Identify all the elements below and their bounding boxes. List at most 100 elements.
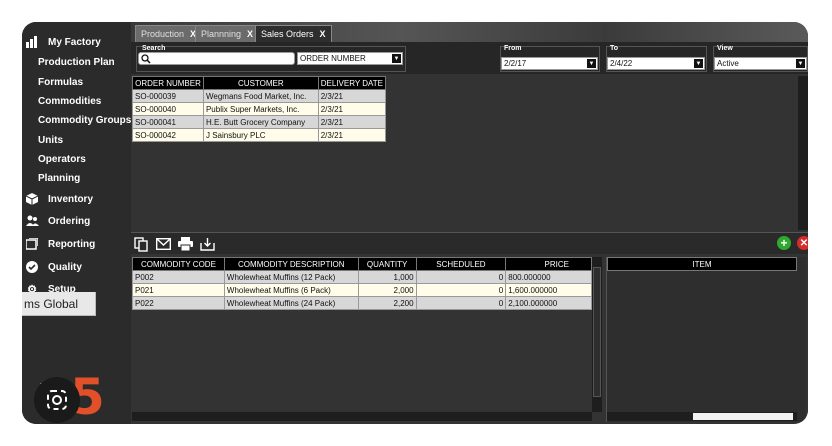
table-cell: SO-000039 bbox=[132, 89, 204, 103]
search-field-value: ORDER NUMBER bbox=[300, 54, 366, 63]
reporting-icon bbox=[25, 237, 39, 251]
search-input[interactable] bbox=[138, 52, 295, 65]
sidebar-item-label: Production Plan bbox=[38, 56, 115, 68]
delete-line-button[interactable]: ✕ bbox=[797, 236, 808, 250]
table-cell: J Sainsbury PLC bbox=[202, 128, 319, 142]
table-cell: 2,000 bbox=[357, 283, 417, 297]
table-cell: SO-000040 bbox=[132, 102, 204, 116]
table-cell: P021 bbox=[132, 283, 225, 297]
column-header[interactable]: COMMODITY DESCRIPTION bbox=[223, 257, 359, 271]
table-row[interactable]: P002 Wholewheat Muffins (12 Pack) 1,000 … bbox=[132, 270, 592, 284]
search-field-select[interactable]: ORDER NUMBER ▼ bbox=[297, 52, 403, 65]
sidebar-item-label: Planning bbox=[38, 172, 81, 184]
table-cell: 1,600.000000 bbox=[505, 283, 592, 297]
tab-label: Sales Orders bbox=[261, 29, 314, 39]
copy-icon[interactable] bbox=[133, 236, 149, 252]
sidebar-item-units[interactable]: Units bbox=[22, 130, 131, 150]
close-icon[interactable]: X bbox=[320, 29, 326, 39]
sidebar-item-production-plan[interactable]: Production Plan bbox=[22, 52, 131, 72]
chevron-down-icon[interactable]: ▼ bbox=[694, 59, 703, 68]
add-line-button[interactable]: + bbox=[777, 236, 791, 250]
from-date-picker[interactable]: 2/2/17 ▼ bbox=[501, 57, 598, 70]
table-row[interactable]: P022 Wholewheat Muffins (24 Pack) 2,200 … bbox=[132, 296, 592, 310]
column-header[interactable]: DELIVERY DATE bbox=[317, 76, 387, 90]
sidebar-item-ordering[interactable]: Ordering bbox=[22, 211, 131, 231]
sidebar-item-label: Commodities bbox=[38, 95, 102, 107]
sidebar-item-label: Formulas bbox=[38, 76, 84, 88]
lines-table: COMMODITY CODE COMMODITY DESCRIPTION QUA… bbox=[132, 257, 592, 310]
table-cell: 0 bbox=[415, 283, 507, 297]
sidebar-item-operators[interactable]: Operators bbox=[22, 149, 131, 169]
tab-strip: Production X Plannning X Sales Orders X bbox=[131, 22, 808, 42]
view-select[interactable]: Active ▼ bbox=[714, 57, 807, 70]
table-row[interactable]: SO-000039 Wegmans Food Market, Inc. 2/3/… bbox=[132, 89, 387, 103]
sidebar-item-reporting[interactable]: Reporting bbox=[22, 234, 131, 254]
lines-horizontal-scrollbar[interactable] bbox=[132, 412, 592, 421]
table-header-row: ORDER NUMBER CUSTOMER DELIVERY DATE bbox=[132, 76, 387, 90]
email-icon[interactable] bbox=[155, 236, 171, 252]
search-label: Search bbox=[142, 45, 166, 52]
users-icon bbox=[25, 214, 39, 228]
column-header[interactable]: COMMODITY CODE bbox=[132, 257, 225, 271]
sidebar-item-label: Operators bbox=[38, 153, 86, 165]
table-row[interactable]: SO-000042 J Sainsbury PLC 2/3/21 bbox=[132, 128, 387, 142]
view-label: View bbox=[717, 45, 733, 52]
sidebar-item-label: Quality bbox=[48, 261, 82, 273]
lens-icon[interactable] bbox=[34, 377, 80, 423]
table-row[interactable]: SO-000040 Publix Super Markets, Inc. 2/3… bbox=[132, 102, 387, 116]
lines-vertical-scrollbar[interactable] bbox=[592, 257, 602, 412]
chevron-down-icon[interactable]: ▼ bbox=[796, 59, 805, 68]
sidebar-item-quality[interactable]: Quality bbox=[22, 257, 131, 277]
table-row[interactable]: SO-000041 H.E. Butt Grocery Company 2/3/… bbox=[132, 115, 387, 129]
table-header-row: COMMODITY CODE COMMODITY DESCRIPTION QUA… bbox=[132, 257, 592, 271]
tab-sales-orders[interactable]: Sales Orders X bbox=[255, 25, 332, 42]
download-icon[interactable] bbox=[199, 236, 215, 252]
column-header[interactable]: PRICE bbox=[505, 257, 592, 271]
sidebar-item-commodity-groups[interactable]: Commodity Groups bbox=[22, 110, 131, 130]
tab-label: Production bbox=[141, 29, 185, 39]
scrollbar-thumb[interactable] bbox=[693, 413, 793, 420]
sidebar-item-planning[interactable]: Planning bbox=[22, 168, 131, 188]
tab-production[interactable]: Production X bbox=[135, 25, 203, 42]
close-icon[interactable]: X bbox=[247, 29, 253, 39]
sidebar-item-inventory[interactable]: Inventory bbox=[22, 189, 131, 209]
column-header[interactable]: ITEM bbox=[607, 257, 797, 271]
orders-panel: ORDER NUMBER CUSTOMER DELIVERY DATE SO-0… bbox=[131, 74, 808, 232]
table-cell: Wegmans Food Market, Inc. bbox=[202, 89, 319, 103]
table-cell: SO-000042 bbox=[132, 128, 204, 142]
box-icon bbox=[25, 192, 39, 206]
table-cell: 2/3/21 bbox=[317, 128, 387, 142]
table-cell: 2/3/21 bbox=[317, 89, 387, 103]
table-cell: Publix Super Markets, Inc. bbox=[202, 102, 319, 116]
search-bar: Search ORDER NUMBER ▼ From 2/2/17 ▼ To 2… bbox=[131, 42, 808, 74]
sidebar-item-commodities[interactable]: Commodities bbox=[22, 91, 131, 111]
chevron-down-icon[interactable]: ▼ bbox=[392, 54, 401, 63]
column-header[interactable]: QUANTITY bbox=[357, 257, 417, 271]
to-date-picker[interactable]: 2/4/22 ▼ bbox=[607, 57, 705, 70]
bar-chart-icon bbox=[25, 35, 39, 49]
sidebar-item-label: Ordering bbox=[48, 215, 91, 227]
sidebar-item-label: Inventory bbox=[48, 193, 94, 205]
sidebar: My Factory Production Plan Formulas Comm… bbox=[22, 22, 131, 424]
sidebar-item-my-factory[interactable]: My Factory bbox=[22, 32, 131, 52]
orders-vertical-scrollbar[interactable] bbox=[798, 76, 808, 230]
from-label: From bbox=[504, 45, 522, 52]
view-value: Active bbox=[717, 59, 739, 68]
table-cell: 2,200 bbox=[357, 296, 417, 310]
tooltip: ms Global bbox=[22, 292, 96, 316]
item-horizontal-scrollbar[interactable] bbox=[607, 412, 797, 421]
sidebar-item-label: Commodity Groups bbox=[38, 114, 132, 126]
column-header[interactable]: CUSTOMER bbox=[202, 76, 319, 90]
table-row[interactable]: P021 Wholewheat Muffins (6 Pack) 2,000 0… bbox=[132, 283, 592, 297]
scrollbar-thumb[interactable] bbox=[593, 267, 601, 397]
from-date-value: 2/2/17 bbox=[504, 59, 527, 68]
table-cell: Wholewheat Muffins (12 Pack) bbox=[223, 270, 359, 284]
print-icon[interactable] bbox=[177, 236, 193, 252]
tab-planning[interactable]: Plannning X bbox=[195, 25, 260, 42]
table-cell: 2,100.000000 bbox=[505, 296, 592, 310]
column-header[interactable]: SCHEDULED bbox=[415, 257, 507, 271]
sidebar-item-formulas[interactable]: Formulas bbox=[22, 72, 131, 92]
orders-table: ORDER NUMBER CUSTOMER DELIVERY DATE SO-0… bbox=[132, 76, 387, 142]
chevron-down-icon[interactable]: ▼ bbox=[587, 59, 596, 68]
column-header[interactable]: ORDER NUMBER bbox=[132, 76, 204, 90]
